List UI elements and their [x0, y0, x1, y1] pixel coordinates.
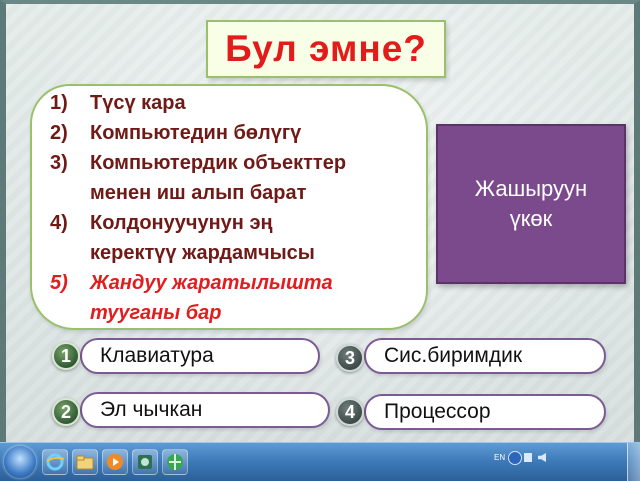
help-icon[interactable]	[508, 451, 522, 465]
language-indicator[interactable]: EN	[494, 453, 505, 462]
clue-item-4: 4) Колдонуучунун эң	[50, 208, 416, 238]
clue-number: 5)	[50, 272, 68, 294]
badge-number: 3	[344, 347, 355, 368]
answer-badge-3[interactable]: 3	[336, 344, 364, 372]
internet-explorer-icon[interactable]	[42, 449, 68, 475]
clue-text: Жандуу жаратылышта	[90, 272, 333, 294]
answer-option-3[interactable]: Сис.биримдик	[364, 338, 606, 374]
answer-option-1[interactable]: Клавиатура	[80, 338, 320, 374]
answer-label: Эл чычкан	[100, 398, 203, 421]
answer-label: Клавиатура	[100, 344, 214, 367]
browser-icon[interactable]	[162, 449, 188, 475]
clue-text: Түсү кара	[90, 92, 186, 114]
badge-number: 4	[344, 401, 355, 422]
clue-item-5: 5) Жандуу жаратылышта	[50, 268, 416, 298]
clue-text-continued: тууганы бар	[90, 302, 222, 324]
slide-title: Бул эмне?	[225, 28, 427, 69]
hidden-answer-line-2: үкөк	[509, 206, 553, 231]
answer-badge-1[interactable]: 1	[52, 342, 80, 370]
badge-number: 2	[60, 401, 71, 422]
clue-item-3: 3) Компьютердик объекттер	[50, 148, 416, 178]
title-box: Бул эмне?	[206, 20, 446, 78]
clue-number: 4)	[50, 212, 68, 234]
start-orb-icon[interactable]	[4, 446, 36, 478]
clue-item-5-continued: тууганы бар	[50, 298, 416, 328]
clue-text: Компьютедин бөлүгү	[90, 122, 302, 144]
clue-text: Колдонуучунун эң	[90, 212, 273, 234]
clue-text-continued: менен иш алып барат	[90, 182, 307, 204]
clue-number: 2)	[50, 122, 68, 144]
clue-item-1: 1) Түсү кара	[50, 88, 416, 118]
clue-number: 1)	[50, 92, 68, 114]
answer-badge-2[interactable]: 2	[52, 398, 80, 426]
answer-option-2[interactable]: Эл чычкан	[80, 392, 330, 428]
clue-item-2: 2) Компьютедин бөлүгү	[50, 118, 416, 148]
answer-badge-4[interactable]: 4	[336, 398, 364, 426]
answer-label: Сис.биримдик	[384, 344, 523, 367]
media-player-icon[interactable]	[102, 449, 128, 475]
clue-item-3-continued: менен иш алып барат	[50, 178, 416, 208]
clue-list: 1) Түсү кара 2) Компьютедин бөлүгү 3) Компь…	[50, 88, 416, 328]
folder-icon[interactable]	[72, 449, 98, 475]
show-desktop-button[interactable]	[627, 443, 640, 481]
clue-text: Компьютердик объекттер	[90, 152, 347, 174]
clue-number: 3)	[50, 152, 68, 174]
app-icon[interactable]	[132, 449, 158, 475]
answer-option-4[interactable]: Процессор	[364, 394, 606, 430]
answer-label: Процессор	[384, 400, 491, 423]
slide: Бул эмне? 1) Түсү кара 2) Компьютедин бөлү…	[0, 0, 640, 442]
taskbar: EN	[0, 442, 640, 481]
clue-text-continued: керектүү жардамчысы	[90, 242, 315, 264]
clue-item-4-continued: керектүү жардамчысы	[50, 238, 416, 268]
hidden-answer-line-1: Жашыруун	[474, 176, 588, 201]
volume-icon[interactable]	[538, 453, 546, 462]
badge-number: 1	[60, 345, 71, 366]
network-icon[interactable]	[524, 453, 532, 462]
hidden-answer-box[interactable]: Жашыруун үкөк	[436, 124, 626, 284]
clue-box: 1) Түсү кара 2) Компьютедин бөлүгү 3) Компь…	[30, 84, 428, 330]
